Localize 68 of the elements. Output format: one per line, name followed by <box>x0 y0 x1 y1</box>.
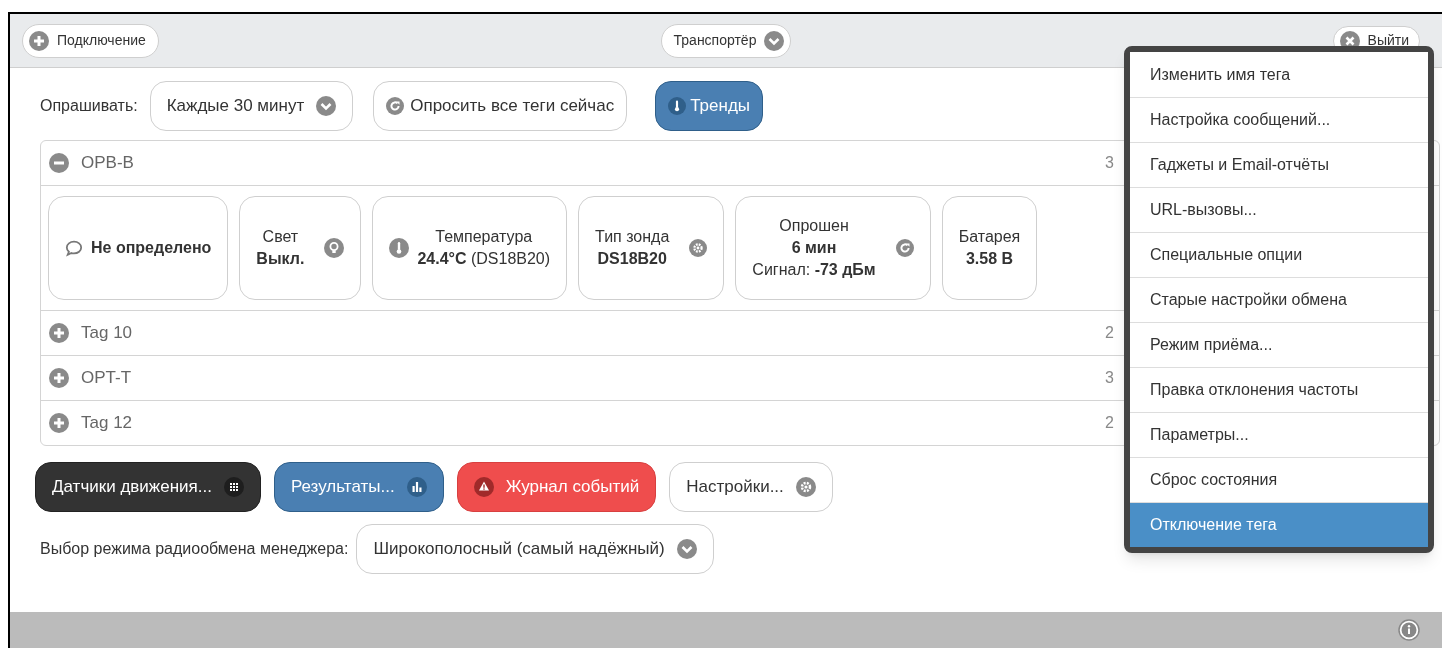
bar-chart-icon <box>406 477 427 497</box>
card-text: Сигнал: -73 дБм <box>752 260 876 280</box>
tag-card[interactable]: Свет Выкл. <box>239 196 362 300</box>
tag-name: Tag 10 <box>81 322 133 345</box>
interval-dropdown[interactable]: Каждые 30 минут <box>149 81 354 131</box>
menu-item[interactable]: Специальные опции <box>1130 232 1428 277</box>
menu-item[interactable]: Параметры... <box>1130 412 1428 457</box>
transport-dropdown[interactable]: Транспортёр <box>660 23 792 58</box>
chevron-down-icon <box>676 539 697 559</box>
chevron-down-icon <box>316 96 337 116</box>
menu-item[interactable]: Старые настройки обмена <box>1130 277 1428 322</box>
connect-button[interactable]: Подключение <box>22 23 159 58</box>
card-text: 3.58 В <box>965 249 1014 269</box>
tag-reading: 2 <box>1105 323 1114 343</box>
menu-item[interactable]: Настройка сообщений... <box>1130 97 1428 142</box>
refresh-icon <box>386 97 405 115</box>
gear-icon <box>795 477 816 497</box>
tag-name: OPB-B <box>81 152 134 175</box>
trends-button[interactable]: Тренды <box>655 81 764 131</box>
refresh-icon <box>895 239 914 257</box>
gear-icon <box>689 239 708 257</box>
expand-icon[interactable] <box>49 413 69 433</box>
card-text: Температура <box>435 227 533 247</box>
tag-card[interactable]: Температура 24.4°C (DS18B20) <box>372 196 568 300</box>
menu-item[interactable]: Режим приёма... <box>1130 322 1428 367</box>
radio-mode-dropdown[interactable]: Широкополосный (самый надёжный) <box>356 524 714 574</box>
info-icon[interactable] <box>1398 619 1420 641</box>
menu-item[interactable]: Правка отклонения частоты <box>1130 367 1428 412</box>
action-button[interactable]: Настройки... <box>669 462 833 512</box>
card-text: Тип зонда <box>595 227 670 247</box>
menu-item[interactable]: Изменить имя тега <box>1130 52 1428 97</box>
grid-icon <box>223 477 244 497</box>
tag-card[interactable]: Батарея 3.58 В <box>941 196 1038 300</box>
thermometer-icon <box>389 238 410 258</box>
action-button[interactable]: Журнал событий <box>456 462 657 512</box>
poll-label: Опрашивать: <box>40 96 138 116</box>
radio-mode-label: Выбор режима радиообмена менеджера: <box>40 539 349 559</box>
menu-item[interactable]: Гаджеты и Email-отчёты <box>1130 142 1428 187</box>
tag-reading: 3 <box>1105 368 1114 388</box>
action-button[interactable]: Датчики движения... <box>35 462 261 512</box>
tag-reading: 3 <box>1105 153 1114 173</box>
action-button[interactable]: Результаты... <box>273 462 444 512</box>
expand-icon[interactable] <box>49 368 69 388</box>
card-text: Свет <box>262 227 299 247</box>
expand-icon[interactable] <box>49 323 69 343</box>
collapse-icon[interactable] <box>49 153 69 173</box>
thermometer-icon <box>668 97 687 115</box>
card-text: Выкл. <box>256 249 305 269</box>
lightbulb-icon <box>324 238 345 258</box>
poll-now-button[interactable]: Опросить все теги сейчас <box>373 81 628 131</box>
speech-bubble-icon <box>65 239 83 257</box>
tag-name: Tag 12 <box>81 412 133 435</box>
menu-item[interactable]: URL-вызовы... <box>1130 187 1428 232</box>
chevron-down-icon <box>764 30 785 51</box>
card-text: 24.4°C (DS18B20) <box>417 249 551 269</box>
tag-card[interactable]: Тип зонда DS18B20 <box>578 196 725 300</box>
card-text: DS18B20 <box>597 249 667 269</box>
tag-reading: 2 <box>1105 413 1114 433</box>
tag-card[interactable]: Не определено <box>48 196 229 300</box>
card-text: Опрошен <box>779 216 849 236</box>
card-text: 6 мин <box>791 238 837 258</box>
card-text: Не определено <box>91 238 212 258</box>
menu-item[interactable]: Сброс состояния <box>1130 457 1428 502</box>
plus-icon <box>29 30 49 51</box>
tag-name: OPT-T <box>81 367 132 390</box>
card-text: Батарея <box>958 227 1021 247</box>
tag-card[interactable]: Опрошен 6 мин Сигнал: -73 дБм <box>735 196 931 300</box>
warning-icon <box>473 477 494 497</box>
